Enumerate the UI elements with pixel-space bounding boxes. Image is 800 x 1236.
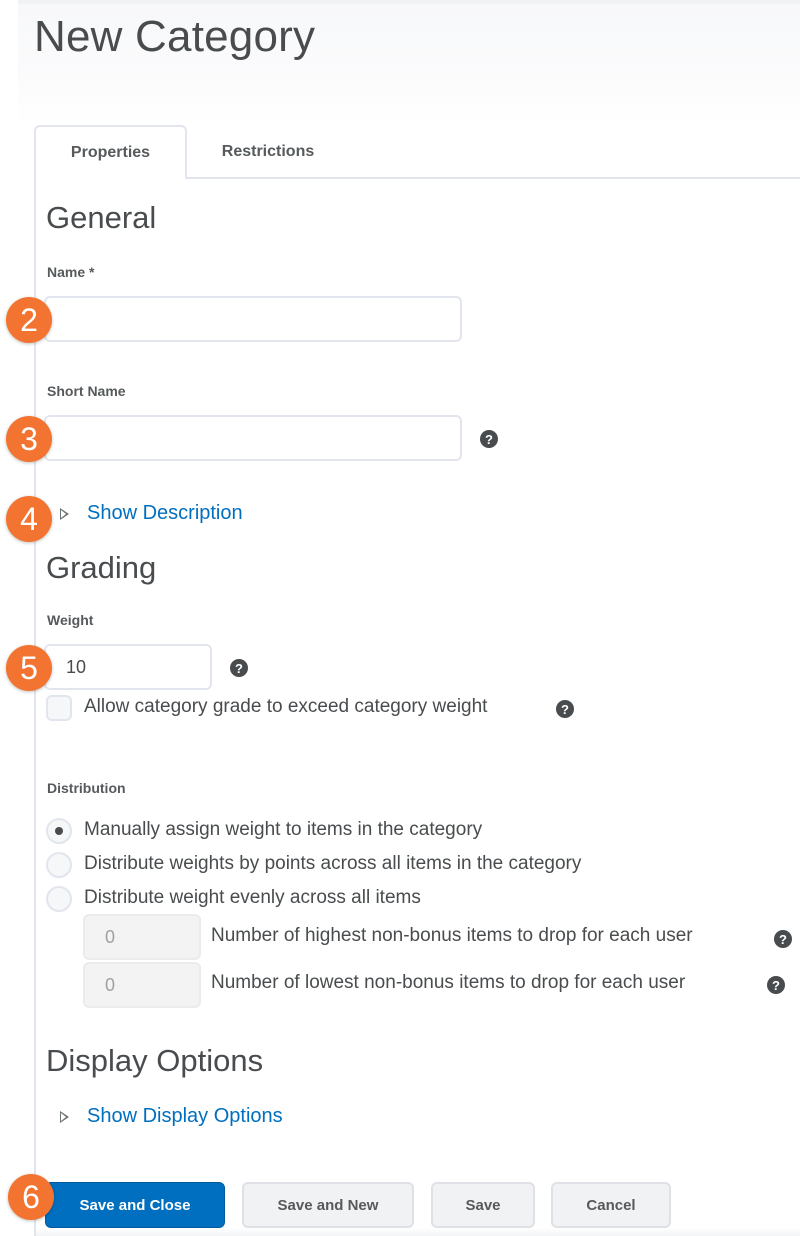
exceed-weight-label: Allow category grade to exceed category … (84, 696, 488, 717)
radio-distribute-by-points-label: Distribute weights by points across all … (84, 853, 582, 874)
general-heading: General (46, 200, 157, 235)
button-bar-shadow (36, 1228, 800, 1236)
show-display-options-link[interactable]: Show Display Options (87, 1105, 283, 1128)
weight-input[interactable] (44, 644, 212, 690)
drop-lowest-help-icon[interactable]: ? (767, 976, 785, 994)
distribution-label: Distribution (47, 780, 126, 796)
callout-badge-2: 2 (6, 297, 52, 343)
callout-badge-6: 6 (8, 1174, 54, 1220)
name-label: Name * (47, 264, 95, 280)
name-input[interactable] (44, 296, 462, 342)
callout-badge-3: 3 (6, 416, 52, 462)
callout-badge-4: 4 (6, 496, 52, 542)
page-title: New Category (34, 12, 316, 61)
radio-manual-assign[interactable] (46, 818, 72, 844)
save-button[interactable]: Save (431, 1182, 535, 1228)
radio-selected-dot (55, 827, 63, 835)
show-display-options-toggle[interactable]: Show Display Options (60, 1105, 283, 1128)
weight-label: Weight (47, 612, 94, 628)
show-description-toggle[interactable]: Show Description (60, 502, 243, 525)
expand-triangle-icon (60, 507, 69, 520)
drop-highest-label: Number of highest non-bonus items to dro… (211, 925, 693, 946)
short-name-label: Short Name (47, 383, 126, 399)
drop-lowest-input[interactable] (83, 962, 201, 1008)
tab-bar: Properties Restrictions (34, 125, 800, 179)
short-name-input[interactable] (44, 415, 462, 461)
show-description-link[interactable]: Show Description (87, 502, 243, 525)
save-and-close-button[interactable]: Save and Close (45, 1182, 225, 1228)
tab-restrictions[interactable]: Restrictions (192, 125, 344, 179)
cancel-button[interactable]: Cancel (551, 1182, 671, 1228)
drop-highest-input[interactable] (83, 914, 201, 960)
radio-distribute-evenly[interactable] (46, 886, 72, 912)
expand-triangle-icon (60, 1110, 69, 1123)
tab-properties[interactable]: Properties (34, 125, 187, 179)
radio-distribute-evenly-label: Distribute weight evenly across all item… (84, 887, 421, 908)
save-and-new-button[interactable]: Save and New (242, 1182, 414, 1228)
grading-heading: Grading (46, 550, 157, 585)
drop-lowest-label: Number of lowest non-bonus items to drop… (211, 972, 686, 993)
exceed-weight-help-icon[interactable]: ? (556, 700, 574, 718)
callout-badge-5: 5 (6, 645, 52, 691)
radio-distribute-by-points[interactable] (46, 852, 72, 878)
short-name-help-icon[interactable]: ? (480, 430, 498, 448)
radio-manual-assign-label: Manually assign weight to items in the c… (84, 819, 483, 840)
drop-highest-help-icon[interactable]: ? (774, 930, 792, 948)
exceed-weight-checkbox[interactable] (46, 695, 72, 721)
weight-help-icon[interactable]: ? (230, 659, 248, 677)
display-options-heading: Display Options (46, 1043, 264, 1078)
